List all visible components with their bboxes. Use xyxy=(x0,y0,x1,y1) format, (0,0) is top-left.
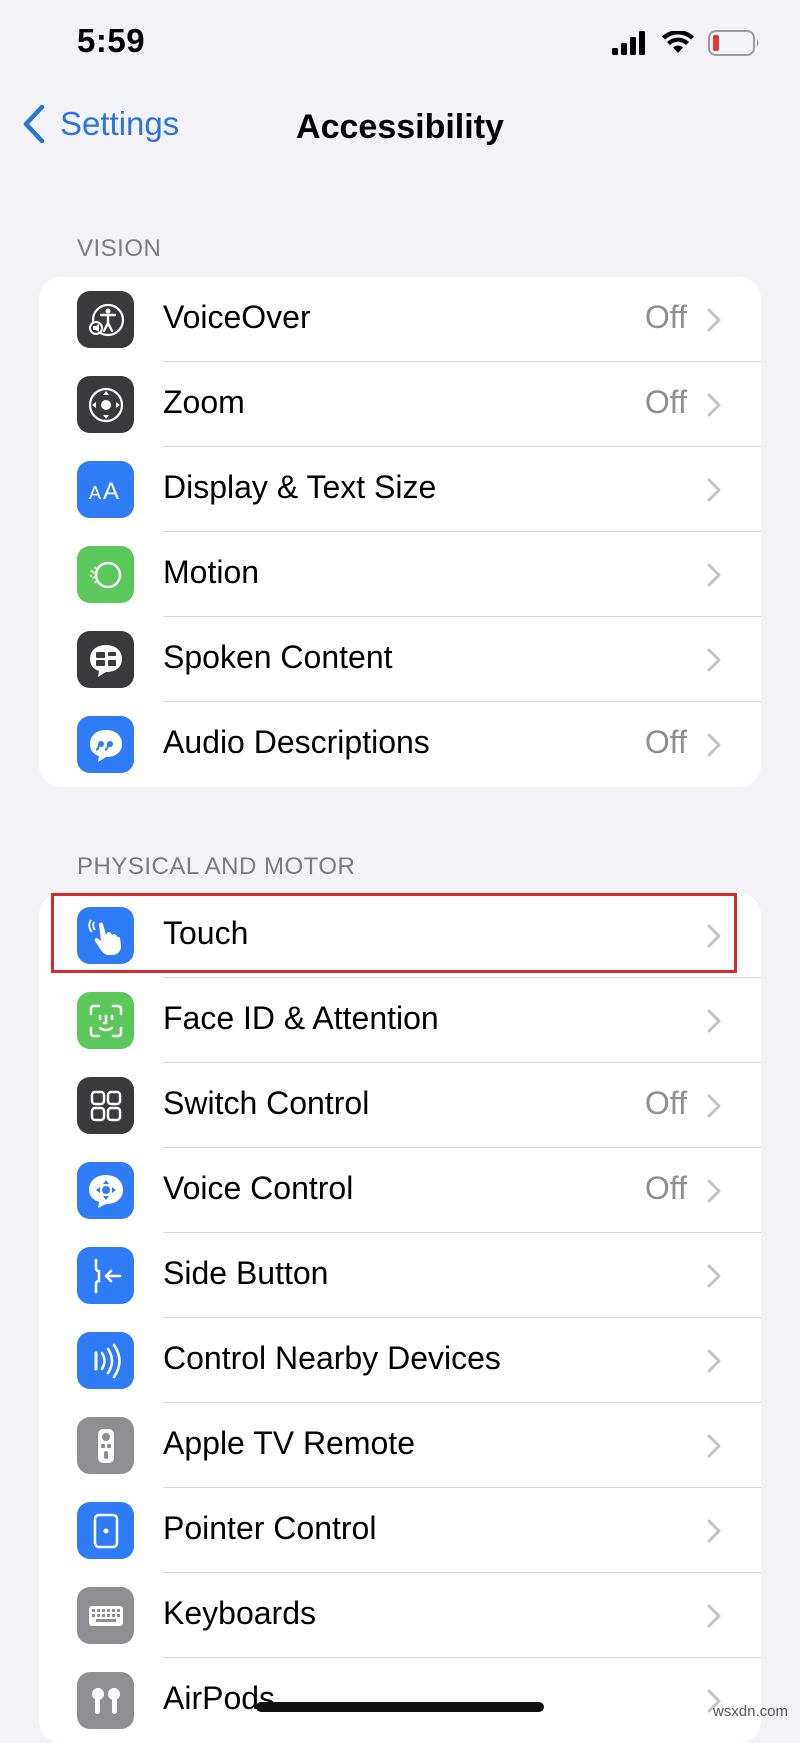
display-text-size-icon: AA xyxy=(77,461,134,518)
row-value: Off xyxy=(644,384,687,420)
row-label: Voice Control xyxy=(163,1170,354,1206)
chevron-right-icon xyxy=(707,478,721,502)
row-label: Switch Control xyxy=(163,1085,370,1121)
nearby-devices-icon xyxy=(77,1332,134,1389)
row-keyboards[interactable]: Keyboards xyxy=(39,1573,761,1658)
chevron-right-icon xyxy=(707,733,721,757)
row-label: Pointer Control xyxy=(163,1510,377,1546)
nav-bar: Settings Accessibility xyxy=(0,90,800,166)
wifi-icon xyxy=(662,31,694,53)
voiceover-icon xyxy=(77,291,134,348)
chevron-right-icon xyxy=(707,308,721,332)
row-control-nearby-devices[interactable]: Control Nearby Devices xyxy=(39,1318,761,1403)
svg-text:A: A xyxy=(103,478,119,505)
row-label: Side Button xyxy=(163,1255,329,1291)
row-pointer-control[interactable]: Pointer Control xyxy=(39,1488,761,1573)
row-motion[interactable]: Motion xyxy=(39,532,761,617)
airpods-icon xyxy=(77,1672,134,1729)
home-indicator[interactable] xyxy=(256,1702,544,1712)
cellular-signal-icon xyxy=(612,31,645,55)
row-value: Off xyxy=(644,299,687,335)
row-value: Off xyxy=(644,1085,687,1121)
row-voice-control[interactable]: Voice Control Off xyxy=(39,1148,761,1233)
chevron-right-icon xyxy=(707,1179,721,1203)
row-audio-descriptions[interactable]: Audio Descriptions Off xyxy=(39,702,761,787)
chevron-right-icon xyxy=(707,1264,721,1288)
row-label: Face ID & Attention xyxy=(163,1000,439,1036)
row-label: Audio Descriptions xyxy=(163,724,430,760)
spoken-content-icon xyxy=(77,631,134,688)
row-airpods[interactable]: AirPods xyxy=(39,1658,761,1743)
page-title: Accessibility xyxy=(296,108,504,146)
row-spoken-content[interactable]: Spoken Content xyxy=(39,617,761,702)
vision-group: VoiceOver Off Zoom Off AA Display & Text… xyxy=(39,277,761,787)
row-display-text-size[interactable]: AA Display & Text Size xyxy=(39,447,761,532)
chevron-right-icon xyxy=(707,1604,721,1628)
row-switch-control[interactable]: Switch Control Off xyxy=(39,1063,761,1148)
chevron-right-icon xyxy=(707,563,721,587)
row-side-button[interactable]: Side Button xyxy=(39,1233,761,1318)
section-header-vision: VISION xyxy=(77,235,162,262)
physical-motor-group: Touch Face ID & Attention Switch Control… xyxy=(39,893,761,1743)
row-label: Spoken Content xyxy=(163,639,393,675)
row-label: Apple TV Remote xyxy=(163,1425,415,1461)
row-label: Keyboards xyxy=(163,1595,316,1631)
chevron-right-icon xyxy=(707,1349,721,1373)
row-voiceover[interactable]: VoiceOver Off xyxy=(39,277,761,362)
voice-control-icon xyxy=(77,1162,134,1219)
zoom-icon xyxy=(77,376,134,433)
row-label: Motion xyxy=(163,554,260,590)
row-value: Off xyxy=(644,1170,687,1206)
chevron-right-icon xyxy=(707,648,721,672)
row-face-id-attention[interactable]: Face ID & Attention xyxy=(39,978,761,1063)
watermark: wsxdn.com xyxy=(712,1703,788,1720)
touch-highlight-box xyxy=(51,893,737,973)
chevron-right-icon xyxy=(707,393,721,417)
status-icons xyxy=(612,28,760,58)
keyboard-icon xyxy=(77,1587,134,1644)
chevron-right-icon xyxy=(707,1434,721,1458)
switch-control-icon xyxy=(77,1077,134,1134)
face-id-icon xyxy=(77,992,134,1049)
row-apple-tv-remote[interactable]: Apple TV Remote xyxy=(39,1403,761,1488)
svg-text:A: A xyxy=(89,483,101,503)
row-label: VoiceOver xyxy=(163,299,311,335)
row-label: Display & Text Size xyxy=(163,469,437,505)
motion-icon xyxy=(77,546,134,603)
status-bar: 5:59 xyxy=(0,0,800,90)
section-header-physical-motor: PHYSICAL AND MOTOR xyxy=(77,853,356,880)
battery-icon xyxy=(708,30,759,56)
audio-descriptions-icon xyxy=(77,716,134,773)
pointer-control-icon xyxy=(77,1502,134,1559)
chevron-right-icon xyxy=(707,1519,721,1543)
row-zoom[interactable]: Zoom Off xyxy=(39,362,761,447)
row-value: Off xyxy=(644,724,687,760)
row-label: Control Nearby Devices xyxy=(163,1340,501,1376)
chevron-right-icon xyxy=(707,1009,721,1033)
status-time: 5:59 xyxy=(77,22,146,59)
side-button-icon xyxy=(77,1247,134,1304)
row-label: Zoom xyxy=(163,384,245,420)
apple-tv-remote-icon xyxy=(77,1417,134,1474)
chevron-right-icon xyxy=(707,1094,721,1118)
